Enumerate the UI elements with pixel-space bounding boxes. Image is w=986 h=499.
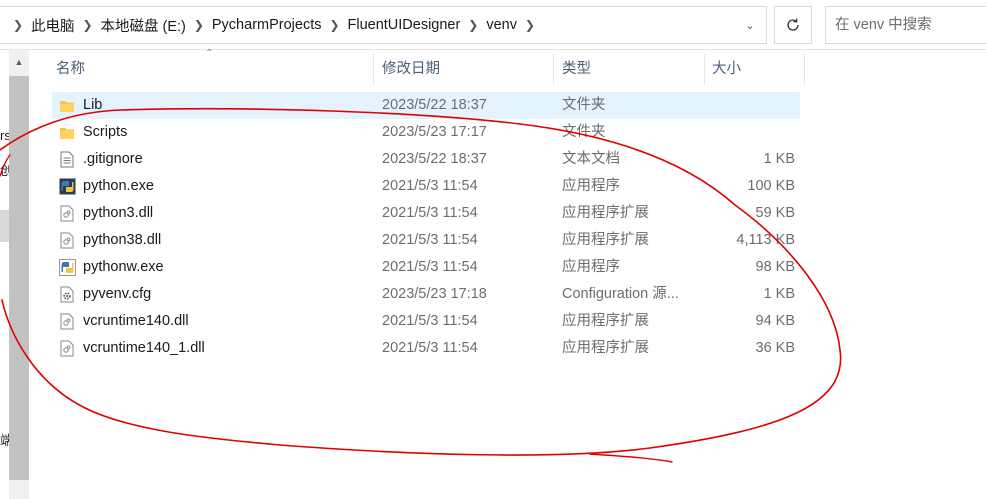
- file-size: 94 KB: [755, 313, 796, 329]
- annotation-tail: [589, 453, 673, 463]
- file-name[interactable]: pyvenv.cfg: [83, 281, 151, 308]
- file-list: Lib 2023/5/22 18:37 文件夹 Scripts 2023/5/23 17…: [52, 92, 812, 362]
- file-date: 2023/5/22 18:37: [382, 151, 487, 167]
- nav-selected-item[interactable]: [0, 210, 9, 242]
- python-exe-icon: [58, 173, 76, 200]
- column-divider[interactable]: [373, 54, 374, 84]
- column-header-type[interactable]: 类型: [562, 54, 591, 84]
- file-row[interactable]: pythonw.exe 2021/5/3 11:54 应用程序 98 KB: [52, 254, 812, 281]
- column-divider[interactable]: [804, 54, 805, 84]
- file-row[interactable]: vcruntime140.dll 2021/5/3 11:54 应用程序扩展 94 K…: [52, 308, 812, 335]
- file-size: 100 KB: [747, 178, 795, 194]
- file-row[interactable]: vcruntime140_1.dll 2021/5/3 11:54 应用程序扩展 36…: [52, 335, 812, 362]
- folder-icon: [58, 92, 76, 119]
- file-row[interactable]: python3.dll 2021/5/3 11:54 应用程序扩展 59 KB: [52, 200, 812, 227]
- file-size: 1 KB: [763, 151, 795, 167]
- file-size: 36 KB: [755, 340, 796, 356]
- file-size: 98 KB: [755, 259, 796, 275]
- column-header-size[interactable]: 大小: [712, 54, 741, 84]
- file-type: Configuration 源...: [562, 286, 679, 302]
- file-name[interactable]: python38.dll: [83, 227, 161, 254]
- dll-file-icon: [58, 308, 76, 335]
- file-size: [707, 119, 795, 146]
- file-date: 2021/5/3 11:54: [382, 205, 478, 221]
- column-divider[interactable]: [704, 54, 705, 84]
- file-name[interactable]: Lib: [83, 92, 102, 119]
- file-type: 应用程序扩展: [562, 313, 649, 329]
- file-size: [707, 92, 795, 119]
- column-header-name[interactable]: 名称: [56, 54, 85, 84]
- file-date: 2021/5/3 11:54: [382, 178, 478, 194]
- file-row[interactable]: python.exe 2021/5/3 11:54 应用程序 100 KB: [52, 173, 812, 200]
- file-size: 4,113 KB: [736, 232, 795, 248]
- chevron-right-icon[interactable]: ❯: [188, 18, 210, 32]
- file-row[interactable]: Lib 2023/5/22 18:37 文件夹: [52, 92, 800, 119]
- chevron-down-icon: ⌄: [745, 19, 755, 32]
- file-type: 文本文档: [562, 151, 620, 167]
- chevron-right-icon[interactable]: ❯: [462, 18, 484, 32]
- file-row[interactable]: python38.dll 2021/5/3 11:54 应用程序扩展 4,113 KB: [52, 227, 812, 254]
- pythonw-exe-icon: [58, 254, 76, 281]
- address-bar[interactable]: ❯ 此电脑 ❯ 本地磁盘 (E:) ❯ PycharmProjects ❯ Fl…: [0, 6, 767, 44]
- config-file-icon: [58, 281, 76, 308]
- folder-icon: [58, 119, 76, 146]
- file-name[interactable]: Scripts: [83, 119, 127, 146]
- file-date: 2023/5/23 17:17: [382, 124, 487, 140]
- file-size: 1 KB: [763, 286, 795, 302]
- dll-file-icon: [58, 335, 76, 362]
- search-input[interactable]: [835, 7, 985, 43]
- breadcrumb-this-pc[interactable]: 此电脑: [29, 15, 77, 36]
- file-date: 2021/5/3 11:54: [382, 259, 478, 275]
- file-type: 应用程序扩展: [562, 340, 649, 356]
- chevron-right-icon[interactable]: ❯: [7, 18, 29, 32]
- file-date: 2021/5/3 11:54: [382, 340, 478, 356]
- file-type: 文件夹: [562, 97, 606, 113]
- file-type: 文件夹: [562, 124, 606, 140]
- file-date: 2021/5/3 11:54: [382, 232, 478, 248]
- file-type: 应用程序扩展: [562, 205, 649, 221]
- file-name[interactable]: vcruntime140.dll: [83, 308, 189, 335]
- sort-ascending-icon: ⌃: [205, 48, 214, 59]
- file-row[interactable]: Scripts 2023/5/23 17:17 文件夹: [52, 119, 812, 146]
- address-bar-row: ❯ 此电脑 ❯ 本地磁盘 (E:) ❯ PycharmProjects ❯ Fl…: [0, 0, 986, 50]
- file-type: 应用程序: [562, 259, 620, 275]
- refresh-button[interactable]: [774, 6, 812, 44]
- breadcrumb: ❯ 此电脑 ❯ 本地磁盘 (E:) ❯ PycharmProjects ❯ Fl…: [7, 7, 541, 43]
- breadcrumb-drive-e[interactable]: 本地磁盘 (E:): [99, 15, 188, 36]
- dll-file-icon: [58, 200, 76, 227]
- text-file-icon: [58, 146, 76, 173]
- chevron-right-icon[interactable]: ❯: [519, 18, 541, 32]
- file-name[interactable]: vcruntime140_1.dll: [83, 335, 205, 362]
- file-name[interactable]: pythonw.exe: [83, 254, 164, 281]
- nav-scrollbar-thumb[interactable]: [9, 76, 29, 480]
- file-size: 59 KB: [755, 205, 796, 221]
- address-history-dropdown[interactable]: ⌄: [735, 7, 765, 43]
- file-type: 应用程序扩展: [562, 232, 649, 248]
- chevron-right-icon[interactable]: ❯: [323, 18, 345, 32]
- breadcrumb-fluentuidesigner[interactable]: FluentUIDesigner: [345, 17, 462, 33]
- file-row[interactable]: pyvenv.cfg 2023/5/23 17:18 Configuration 源…: [52, 281, 812, 308]
- nav-item-fragment[interactable]: 创: [0, 160, 9, 179]
- file-name[interactable]: python.exe: [83, 173, 154, 200]
- file-name[interactable]: python3.dll: [83, 200, 153, 227]
- scroll-up-arrow-icon[interactable]: ▲: [9, 52, 29, 72]
- chevron-right-icon[interactable]: ❯: [77, 18, 99, 32]
- column-header-date[interactable]: 修改日期: [382, 54, 440, 84]
- file-date: 2021/5/3 11:54: [382, 313, 478, 329]
- file-row[interactable]: .gitignore 2023/5/22 18:37 文本文档 1 KB: [52, 146, 812, 173]
- nav-item-fragment[interactable]: 端: [0, 430, 9, 449]
- column-divider[interactable]: [553, 54, 554, 84]
- dll-file-icon: [58, 227, 76, 254]
- breadcrumb-pycharmprojects[interactable]: PycharmProjects: [210, 17, 324, 33]
- breadcrumb-venv[interactable]: venv: [484, 17, 519, 33]
- refresh-icon: [787, 18, 799, 31]
- nav-item-fragment[interactable]: rs: [0, 128, 9, 143]
- file-name[interactable]: .gitignore: [83, 146, 143, 173]
- file-date: 2023/5/22 18:37: [382, 97, 487, 113]
- search-box[interactable]: [825, 6, 986, 44]
- file-date: 2023/5/23 17:18: [382, 286, 487, 302]
- file-type: 应用程序: [562, 178, 620, 194]
